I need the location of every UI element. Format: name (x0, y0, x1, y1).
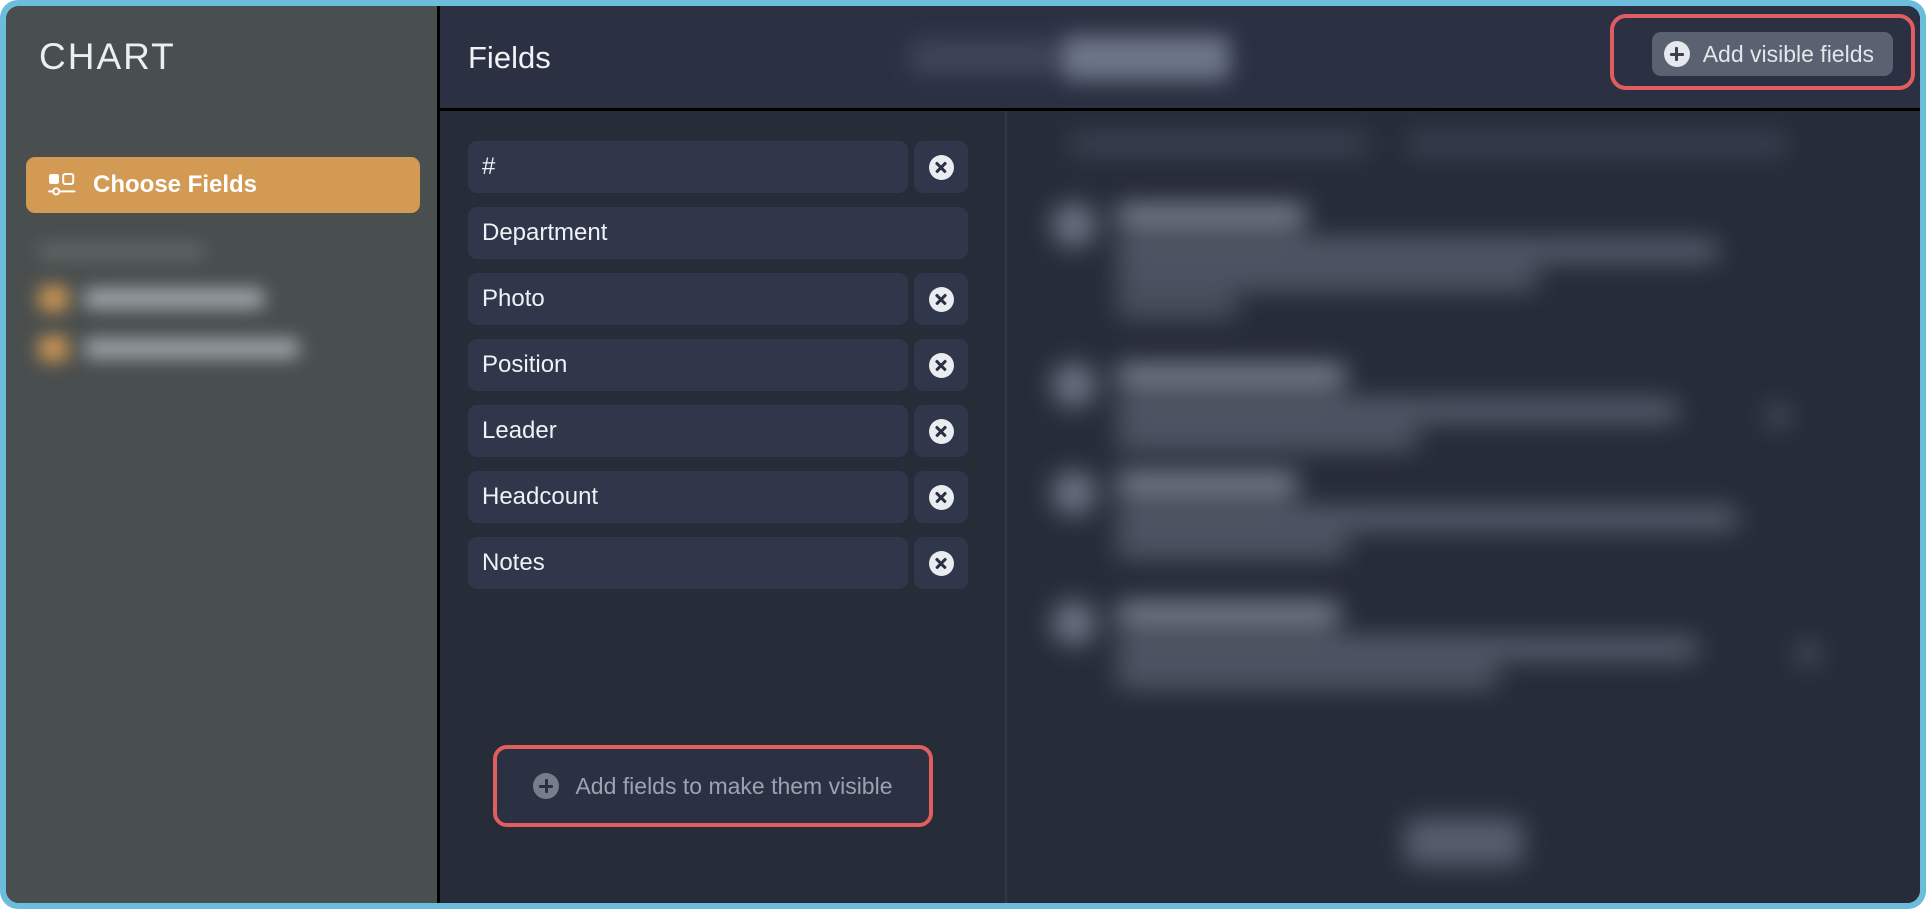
preview-column (1007, 111, 1920, 903)
close-circle-icon (928, 352, 954, 378)
field-chip[interactable]: # (468, 141, 908, 193)
field-chip[interactable]: Headcount (468, 471, 908, 523)
field-chip[interactable]: Department (468, 207, 968, 259)
field-row[interactable]: Headcount (468, 471, 968, 523)
preview-item-line (1117, 297, 1237, 316)
close-circle-icon (928, 154, 954, 180)
close-circle-icon (928, 550, 954, 576)
field-name: # (482, 153, 496, 180)
preview-item-line (1117, 537, 1347, 556)
field-row[interactable]: Position (468, 339, 968, 391)
app-window-frame: CHART Choose Fields Fields Add visible f… (0, 0, 1926, 909)
preview-header-text-obscured (1407, 133, 1787, 155)
preview-header-text-obscured (1069, 133, 1369, 155)
app-window: CHART Choose Fields Fields Add visible f… (6, 6, 1920, 903)
field-chip[interactable]: Leader (468, 405, 908, 457)
preview-item-title (1117, 205, 1305, 228)
close-circle-icon (928, 286, 954, 312)
field-chip[interactable]: Notes (468, 537, 908, 589)
remove-field-button[interactable] (914, 273, 968, 325)
remove-field-button[interactable] (914, 537, 968, 589)
close-circle-icon (928, 418, 954, 444)
main-panel: Fields Add visible fields # Department P… (440, 6, 1920, 903)
preview-item-line (1117, 269, 1537, 288)
avatar (1052, 471, 1096, 515)
segmented-control-obscured[interactable] (910, 36, 1230, 80)
sidebar-item-swatch-obscured (39, 286, 68, 311)
preview-footer-button[interactable] (1404, 819, 1523, 865)
field-name: Notes (482, 549, 545, 576)
choose-fields-label: Choose Fields (93, 171, 258, 198)
remove-field-button[interactable] (914, 471, 968, 523)
fields-column: # Department Photo Position Leader Headc… (440, 111, 1007, 903)
field-name: Headcount (482, 483, 599, 510)
avatar (1052, 203, 1096, 247)
avatar (1052, 363, 1096, 407)
preview-item-badge (1797, 643, 1819, 665)
page-title: Fields (468, 40, 551, 75)
field-name: Department (482, 219, 608, 246)
add-visible-fields-button[interactable]: Add visible fields (1651, 32, 1893, 76)
visible-fields-list: # Department Photo Position Leader Headc… (468, 141, 968, 603)
sidebar-item-swatch-obscured (39, 336, 68, 361)
field-chip[interactable]: Position (468, 339, 908, 391)
preview-content-obscured (1007, 111, 1920, 903)
remove-field-button[interactable] (914, 339, 968, 391)
preview-item-title (1117, 603, 1339, 626)
app-title: CHART (39, 36, 176, 77)
sidebar-item-label-obscured[interactable] (84, 339, 299, 358)
preview-item-line (1117, 241, 1717, 260)
field-row[interactable]: # (468, 141, 968, 193)
add-visible-fields-label: Add visible fields (1702, 40, 1874, 67)
sidebar: CHART Choose Fields (6, 6, 440, 903)
preview-list-item[interactable] (1007, 189, 1920, 337)
remove-field-button[interactable] (914, 141, 968, 193)
close-circle-icon (928, 484, 954, 510)
panel-body: # Department Photo Position Leader Headc… (440, 111, 1920, 903)
add-fields-button[interactable]: Add fields to make them visible (497, 749, 929, 823)
preview-item-line (1117, 429, 1417, 448)
segment-option[interactable] (910, 40, 1058, 74)
sidebar-item-choose-fields[interactable]: Choose Fields (26, 157, 420, 213)
preview-item-badge (1767, 405, 1789, 427)
preview-list-item[interactable] (1007, 587, 1920, 735)
field-name: Position (482, 351, 568, 378)
field-chip[interactable]: Photo (468, 273, 908, 325)
preview-item-line (1117, 667, 1497, 686)
segment-option-selected[interactable] (1062, 36, 1230, 80)
preview-item-title (1117, 473, 1297, 496)
field-name: Leader (482, 417, 557, 444)
sidebar-section-label-obscured (39, 244, 204, 259)
preview-item-title (1117, 365, 1345, 388)
field-row[interactable]: Notes (468, 537, 968, 589)
plus-circle-icon (1663, 41, 1690, 67)
avatar (1052, 601, 1096, 645)
field-row[interactable]: Photo (468, 273, 968, 325)
choose-fields-icon (48, 173, 76, 197)
remove-field-button[interactable] (914, 405, 968, 457)
add-fields-label: Add fields to make them visible (575, 772, 893, 799)
preview-item-line (1117, 509, 1737, 528)
panel-header: Fields Add visible fields (440, 6, 1920, 111)
field-row[interactable]: Department (468, 207, 968, 259)
field-name: Photo (482, 285, 545, 312)
preview-list-item[interactable] (1007, 457, 1920, 605)
sidebar-item-label-obscured[interactable] (84, 289, 264, 308)
plus-circle-icon (533, 773, 560, 799)
preview-item-line (1117, 401, 1677, 420)
preview-item-line (1117, 639, 1697, 658)
field-row[interactable]: Leader (468, 405, 968, 457)
